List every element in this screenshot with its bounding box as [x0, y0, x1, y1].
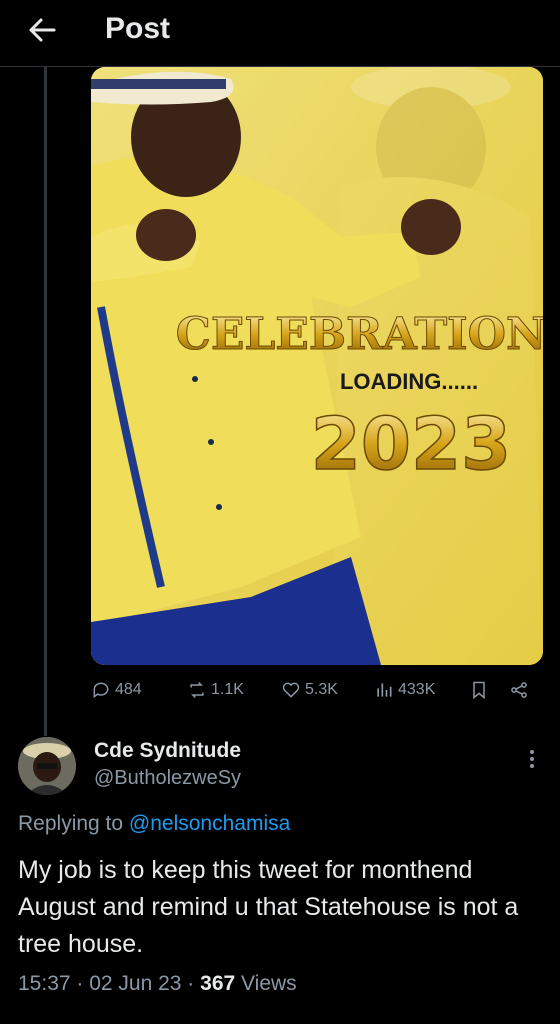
post-image[interactable]: CELEBRATION LOADING...... 2023	[91, 67, 543, 665]
timestamp[interactable]: 15:37 · 02 Jun 23 ·	[18, 972, 194, 995]
author-handle[interactable]: @ButholezweSy	[94, 767, 241, 790]
back-arrow-icon[interactable]	[24, 12, 60, 48]
replying-to: Replying to @nelsonchamisa	[18, 812, 290, 836]
share-icon	[511, 682, 527, 698]
view-count: 433K	[398, 681, 436, 698]
subline-text: LOADING......	[340, 369, 478, 394]
reply-view-count: 367	[200, 972, 236, 995]
repost-button[interactable]: 1.1K	[187, 680, 244, 700]
analytics-icon	[377, 683, 392, 697]
thread-connector-line	[44, 66, 47, 736]
views-label: Views	[241, 972, 297, 995]
reply-icon	[93, 682, 109, 699]
share-button[interactable]	[509, 680, 529, 700]
headline-text: CELEBRATION	[176, 309, 543, 360]
like-button[interactable]: 5.3K	[281, 680, 338, 700]
replying-prefix: Replying to	[18, 812, 124, 835]
replying-to-link[interactable]: @nelsonchamisa	[129, 812, 290, 835]
heart-icon	[282, 682, 300, 698]
engagement-bar: 484 1.1K 5.3K 433K	[91, 680, 541, 708]
reply-button[interactable]: 484	[91, 680, 142, 700]
views-button[interactable]: 433K	[374, 680, 435, 700]
tweet-meta: 15:37 · 02 Jun 23 · 367 Views	[18, 972, 297, 996]
author-name[interactable]: Cde Sydnitude	[94, 739, 241, 763]
reply-author: Cde Sydnitude @ButholezweSy	[18, 737, 558, 797]
avatar[interactable]	[18, 737, 76, 795]
like-count: 5.3K	[305, 681, 338, 698]
more-options-icon[interactable]	[520, 747, 544, 771]
year-text: 2023	[311, 402, 511, 486]
repost-count: 1.1K	[211, 681, 244, 698]
reply-count: 484	[115, 681, 142, 698]
repost-icon	[190, 681, 204, 699]
bookmark-button[interactable]	[469, 680, 489, 700]
top-bar: Post	[0, 0, 560, 67]
tweet-text: My job is to keep this tweet for monthen…	[18, 856, 519, 958]
bookmark-icon	[473, 681, 485, 700]
page-title: Post	[105, 12, 171, 45]
